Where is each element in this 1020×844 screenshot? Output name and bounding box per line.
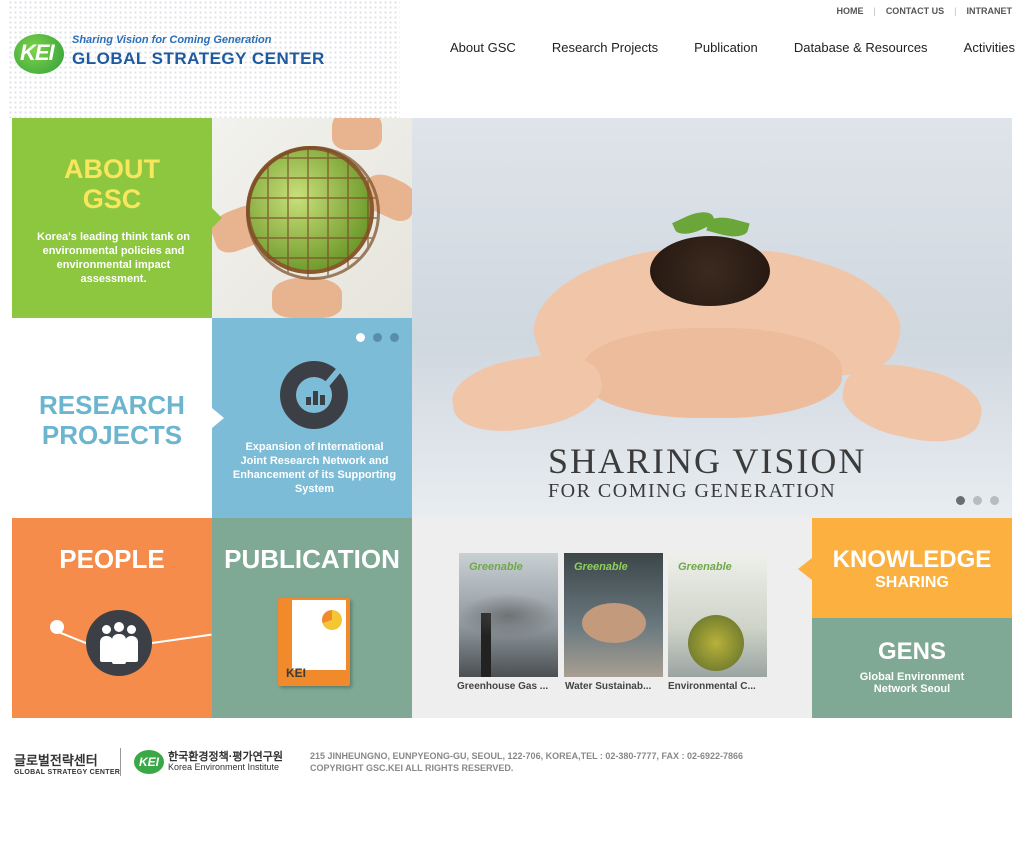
publication-books-panel: Greenable Greenhouse Gas ... Greenable W… xyxy=(412,518,812,718)
logo-tagline: Sharing Vision for Coming Generation xyxy=(72,34,272,46)
nav-database-resources[interactable]: Database & Resources xyxy=(794,40,928,55)
connector-line xyxy=(151,633,212,644)
gens-title: GENS xyxy=(877,638,946,665)
people-tile[interactable]: PEOPLE xyxy=(12,518,212,718)
main-nav: About GSC Research Projects Publication … xyxy=(450,40,1015,55)
book-brand: Greenable xyxy=(574,561,628,573)
book-brand: Greenable xyxy=(469,561,523,573)
logo-mark: KEI xyxy=(20,40,55,65)
book-brand: Greenable xyxy=(678,561,732,573)
footer-copyright: COPYRIGHT GSC.KEI ALL RIGHTS RESERVED. xyxy=(310,763,514,773)
utility-link-intranet[interactable]: INTRANET xyxy=(967,6,1013,16)
hero-pager-dot-2[interactable] xyxy=(973,496,982,505)
research-description: Expansion of International Joint Researc… xyxy=(232,441,397,495)
knowledge-subtitle: SHARING xyxy=(875,574,949,591)
research-title-line2: PROJECTS xyxy=(41,420,183,450)
research-title: RESEARCH PROJECTS xyxy=(12,390,212,450)
knowledge-pointer-arrow xyxy=(798,558,812,580)
hand-shape xyxy=(447,345,607,441)
utility-link-contact[interactable]: CONTACT US xyxy=(886,6,944,16)
book-caption[interactable]: Water Sustainab... xyxy=(565,681,669,692)
gens-subtitle: Global Environment Network Seoul xyxy=(852,671,972,695)
publication-title: PUBLICATION xyxy=(224,544,400,574)
utility-link-home[interactable]: HOME xyxy=(836,6,863,16)
research-pager-dot-2[interactable] xyxy=(373,333,382,342)
about-gsc-tile[interactable]: ABOUT GSC Korea's leading think tank on … xyxy=(12,118,212,318)
hero-banner[interactable]: SHARING VISION FOR COMING GENERATION xyxy=(412,118,1012,518)
kei-logo-icon: KEI xyxy=(134,750,164,774)
globe-in-hands-photo xyxy=(212,118,412,318)
book-caption[interactable]: Greenhouse Gas ... xyxy=(457,681,561,692)
about-title-line2: GSC xyxy=(82,184,142,214)
research-pager-dot-1[interactable] xyxy=(356,333,365,342)
separator: | xyxy=(954,6,957,16)
book-cover[interactable]: Greenable xyxy=(668,553,767,677)
knowledge-sharing-tile[interactable]: KNOWLEDGE SHARING xyxy=(812,518,1012,618)
hero-headline: SHARING VISION xyxy=(548,441,867,481)
about-pointer-arrow xyxy=(212,208,222,228)
utility-nav: HOME | CONTACT US | INTRANET xyxy=(836,6,1012,16)
report-icon-label: KEI xyxy=(286,666,307,680)
pie-chart-icon xyxy=(280,361,348,429)
report-document-icon: KEI xyxy=(278,598,350,686)
people-group-icon xyxy=(86,610,152,676)
gens-subtitle-line1: Global Environment xyxy=(859,671,965,683)
about-description: Korea's leading think tank on environmen… xyxy=(37,231,190,285)
nav-research-projects[interactable]: Research Projects xyxy=(552,40,658,55)
footer-gsc-logo: 글로벌전략센터 GLOBAL STRATEGY CENTER xyxy=(14,750,120,776)
footer-gsc-english: GLOBAL STRATEGY CENTER xyxy=(14,769,121,776)
nav-activities[interactable]: Activities xyxy=(964,40,1015,55)
about-title-line1: ABOUT xyxy=(64,154,160,184)
people-title: PEOPLE xyxy=(59,544,165,574)
nav-about-gsc[interactable]: About GSC xyxy=(450,40,516,55)
gens-subtitle-line2: Network Seoul xyxy=(873,683,951,695)
hand-shape xyxy=(836,354,988,452)
hero-subline: FOR COMING GENERATION xyxy=(548,480,837,502)
about-title: ABOUT GSC xyxy=(12,154,212,214)
footer-address: 215 JINHEUNGNO, EUNPYEONG-GU, SEOUL, 122… xyxy=(310,751,743,761)
book-cover[interactable]: Greenable xyxy=(564,553,663,677)
site-logo[interactable]: KEI Sharing Vision for Coming Generation… xyxy=(14,32,324,76)
hero-pager-dot-3[interactable] xyxy=(990,496,999,505)
footer-address-block: 215 JINHEUNGNO, EUNPYEONG-GU, SEOUL, 122… xyxy=(310,750,743,774)
research-title-line1: RESEARCH xyxy=(39,390,185,420)
research-description-panel[interactable]: Expansion of International Joint Researc… xyxy=(212,318,412,518)
research-pager-dot-3[interactable] xyxy=(390,333,399,342)
separator: | xyxy=(873,6,876,16)
book-caption[interactable]: Environmental C... xyxy=(668,681,772,692)
hero-pager-dot-1[interactable] xyxy=(956,496,965,505)
footer-divider xyxy=(120,748,121,776)
soil-shape xyxy=(650,236,770,306)
research-pointer-arrow xyxy=(212,408,224,428)
book-cover[interactable]: Greenable xyxy=(459,553,558,677)
hand-shape xyxy=(582,328,842,418)
knowledge-title: KNOWLEDGE xyxy=(832,546,992,573)
nav-publication[interactable]: Publication xyxy=(694,40,758,55)
connector-node xyxy=(50,620,64,634)
footer-gsc-korean: 글로벌전략센터 xyxy=(14,753,98,768)
gens-tile[interactable]: GENS Global Environment Network Seoul xyxy=(812,618,1012,718)
publication-tile[interactable]: PUBLICATION KEI xyxy=(212,518,412,718)
research-projects-tile[interactable]: RESEARCH PROJECTS xyxy=(12,318,212,518)
footer-kei-english: Korea Environment Institute xyxy=(168,762,280,772)
logo-name: GLOBAL STRATEGY CENTER xyxy=(72,49,325,68)
